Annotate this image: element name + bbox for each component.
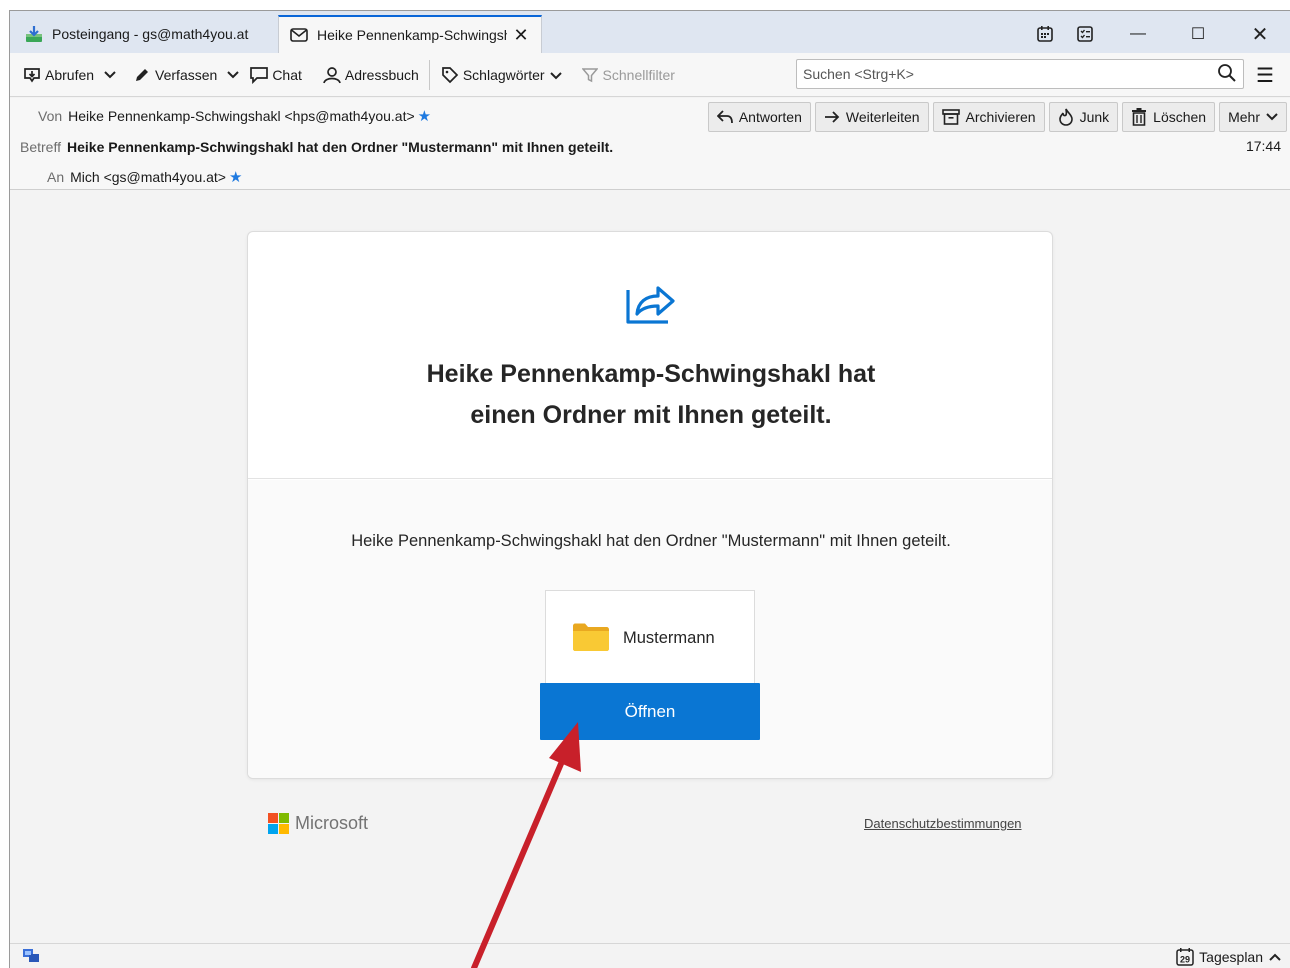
calendar-day-number: 29 bbox=[1180, 955, 1190, 965]
envelope-icon bbox=[289, 25, 309, 45]
status-bar: 29 Tagesplan bbox=[10, 943, 1290, 968]
chevron-up-icon bbox=[1269, 953, 1281, 961]
tasks-icon[interactable] bbox=[1068, 15, 1102, 53]
subject-label: Betreff bbox=[20, 139, 61, 155]
chevron-down-icon bbox=[549, 67, 562, 83]
archive-label: Archivieren bbox=[965, 109, 1036, 125]
search-box[interactable] bbox=[796, 59, 1244, 89]
chat-label: Chat bbox=[272, 66, 302, 83]
more-button[interactable]: Mehr bbox=[1219, 102, 1287, 132]
delete-button[interactable]: Löschen bbox=[1122, 102, 1216, 132]
folder-tile[interactable]: Mustermann bbox=[545, 590, 755, 684]
tagesplan-label: Tagesplan bbox=[1199, 949, 1263, 965]
mail-toolbar: Abrufen Verfassen Chat Adressbuch Schlag… bbox=[10, 53, 1290, 97]
minimize-icon[interactable]: — bbox=[1110, 15, 1166, 53]
tab-message-label: Heike Pennenkamp-Schwingshakl bbox=[317, 27, 507, 43]
message-header: Von Heike Pennenkamp-Schwingshakl <hps@m… bbox=[10, 98, 1290, 190]
open-button[interactable]: Öffnen bbox=[540, 683, 760, 740]
tag-icon bbox=[440, 66, 460, 84]
privacy-link[interactable]: Datenschutzbestimmungen bbox=[864, 816, 1022, 831]
calendar-icon[interactable] bbox=[1028, 15, 1062, 53]
message-time: 17:44 bbox=[1245, 138, 1281, 154]
more-label: Mehr bbox=[1228, 109, 1260, 125]
share-card-body: Heike Pennenkamp-Schwingshakl hat den Or… bbox=[248, 480, 1052, 778]
forward-label: Weiterleiten bbox=[845, 109, 920, 125]
reply-icon bbox=[716, 110, 733, 124]
search-icon[interactable] bbox=[1217, 63, 1237, 86]
maximize-icon[interactable]: ☐ bbox=[1170, 15, 1226, 53]
share-icon bbox=[626, 286, 675, 324]
headline-line-1: Heike Pennenkamp-Schwingshakl hat bbox=[426, 360, 876, 388]
folder-name: Mustermann bbox=[623, 629, 715, 647]
junk-label: Junk bbox=[1079, 109, 1110, 125]
abrufen-button[interactable]: Abrufen bbox=[18, 59, 98, 91]
adressbuch-button[interactable]: Adressbuch bbox=[318, 59, 423, 91]
tab-inbox[interactable]: Posteingang - gs@math4you.at bbox=[14, 15, 276, 53]
tab-inbox-label: Posteingang - gs@math4you.at bbox=[52, 26, 249, 42]
share-description: Heike Pennenkamp-Schwingshakl hat den Or… bbox=[351, 532, 951, 550]
share-card-header: Heike Pennenkamp-Schwingshakl hat einen … bbox=[248, 232, 1052, 479]
get-mail-icon bbox=[22, 66, 42, 84]
verfassen-button[interactable]: Verfassen bbox=[128, 59, 221, 91]
microsoft-name: Microsoft bbox=[295, 813, 369, 833]
chevron-down-icon bbox=[1266, 113, 1278, 121]
share-headline: Heike Pennenkamp-Schwingshakl hat einen … bbox=[248, 354, 1052, 436]
from-value[interactable]: Heike Pennenkamp-Schwingshakl <hps@math4… bbox=[68, 108, 415, 124]
tagesplan-toggle[interactable]: 29 Tagesplan bbox=[1175, 947, 1281, 967]
chat-button[interactable]: Chat bbox=[245, 59, 306, 91]
address-book-icon bbox=[322, 66, 342, 84]
folder-icon bbox=[573, 623, 609, 651]
share-card: Heike Pennenkamp-Schwingshakl hat einen … bbox=[247, 231, 1053, 779]
pen-icon bbox=[132, 66, 152, 84]
message-actions: Antworten Weiterleiten Archivieren Junk bbox=[707, 102, 1287, 132]
headline-line-2: einen Ordner mit Ihnen geteilt. bbox=[470, 401, 832, 429]
schlagwoerter-label: Schlagwörter bbox=[462, 66, 545, 83]
filter-icon bbox=[580, 67, 600, 83]
forward-button[interactable]: Weiterleiten bbox=[814, 102, 929, 132]
message-body: Heike Pennenkamp-Schwingshakl hat einen … bbox=[10, 190, 1290, 943]
microsoft-logo: Microsoft bbox=[268, 813, 368, 834]
archive-icon bbox=[941, 109, 960, 125]
inbox-download-icon bbox=[24, 24, 44, 44]
tab-message[interactable]: Heike Pennenkamp-Schwingshakl ✕ bbox=[278, 15, 542, 53]
calendar-day-icon: 29 bbox=[1175, 947, 1195, 967]
schlagwoerter-button[interactable]: Schlagwörter bbox=[436, 59, 566, 91]
tab-close-icon[interactable]: ✕ bbox=[511, 25, 531, 46]
trash-icon bbox=[1131, 108, 1147, 126]
window-close-icon[interactable]: ✕ bbox=[1232, 15, 1288, 53]
reply-label: Antworten bbox=[738, 109, 802, 125]
to-value[interactable]: Mich <gs@math4you.at> bbox=[70, 169, 226, 185]
schnellfilter-button[interactable]: Schnellfilter bbox=[576, 59, 679, 91]
to-label: An bbox=[47, 169, 65, 185]
subject-row: Betreff Heike Pennenkamp-Schwingshakl ha… bbox=[20, 139, 613, 155]
connection-status-icon[interactable] bbox=[22, 948, 40, 967]
abrufen-dropdown-icon[interactable] bbox=[98, 59, 122, 91]
app-menu-icon[interactable]: ☰ bbox=[1250, 61, 1280, 89]
chat-bubble-icon bbox=[249, 66, 269, 84]
microsoft-logo-icon bbox=[268, 813, 289, 834]
from-row: Von Heike Pennenkamp-Schwingshakl <hps@m… bbox=[38, 107, 431, 125]
adressbuch-label: Adressbuch bbox=[344, 66, 419, 83]
archive-button[interactable]: Archivieren bbox=[932, 102, 1045, 132]
search-input[interactable] bbox=[803, 66, 1217, 82]
verfassen-dropdown-icon[interactable] bbox=[221, 59, 245, 91]
from-label: Von bbox=[38, 108, 63, 124]
verfassen-label: Verfassen bbox=[155, 66, 218, 83]
flame-icon bbox=[1058, 108, 1074, 126]
subject-value: Heike Pennenkamp-Schwingshakl hat den Or… bbox=[67, 139, 614, 155]
toolbar-separator bbox=[428, 59, 430, 90]
abrufen-label: Abrufen bbox=[45, 66, 95, 83]
junk-button[interactable]: Junk bbox=[1048, 102, 1119, 132]
delete-label: Löschen bbox=[1153, 109, 1207, 125]
star-icon[interactable]: ★ bbox=[418, 107, 431, 125]
forward-icon bbox=[824, 111, 840, 123]
to-row: An Mich <gs@math4you.at> ★ bbox=[47, 168, 242, 186]
reply-button[interactable]: Antworten bbox=[707, 102, 811, 132]
schnellfilter-label: Schnellfilter bbox=[602, 66, 675, 83]
star-icon[interactable]: ★ bbox=[229, 168, 242, 186]
tab-strip: Posteingang - gs@math4you.at Heike Penne… bbox=[10, 11, 1290, 53]
thunderbird-window: Posteingang - gs@math4you.at Heike Penne… bbox=[9, 10, 1290, 968]
